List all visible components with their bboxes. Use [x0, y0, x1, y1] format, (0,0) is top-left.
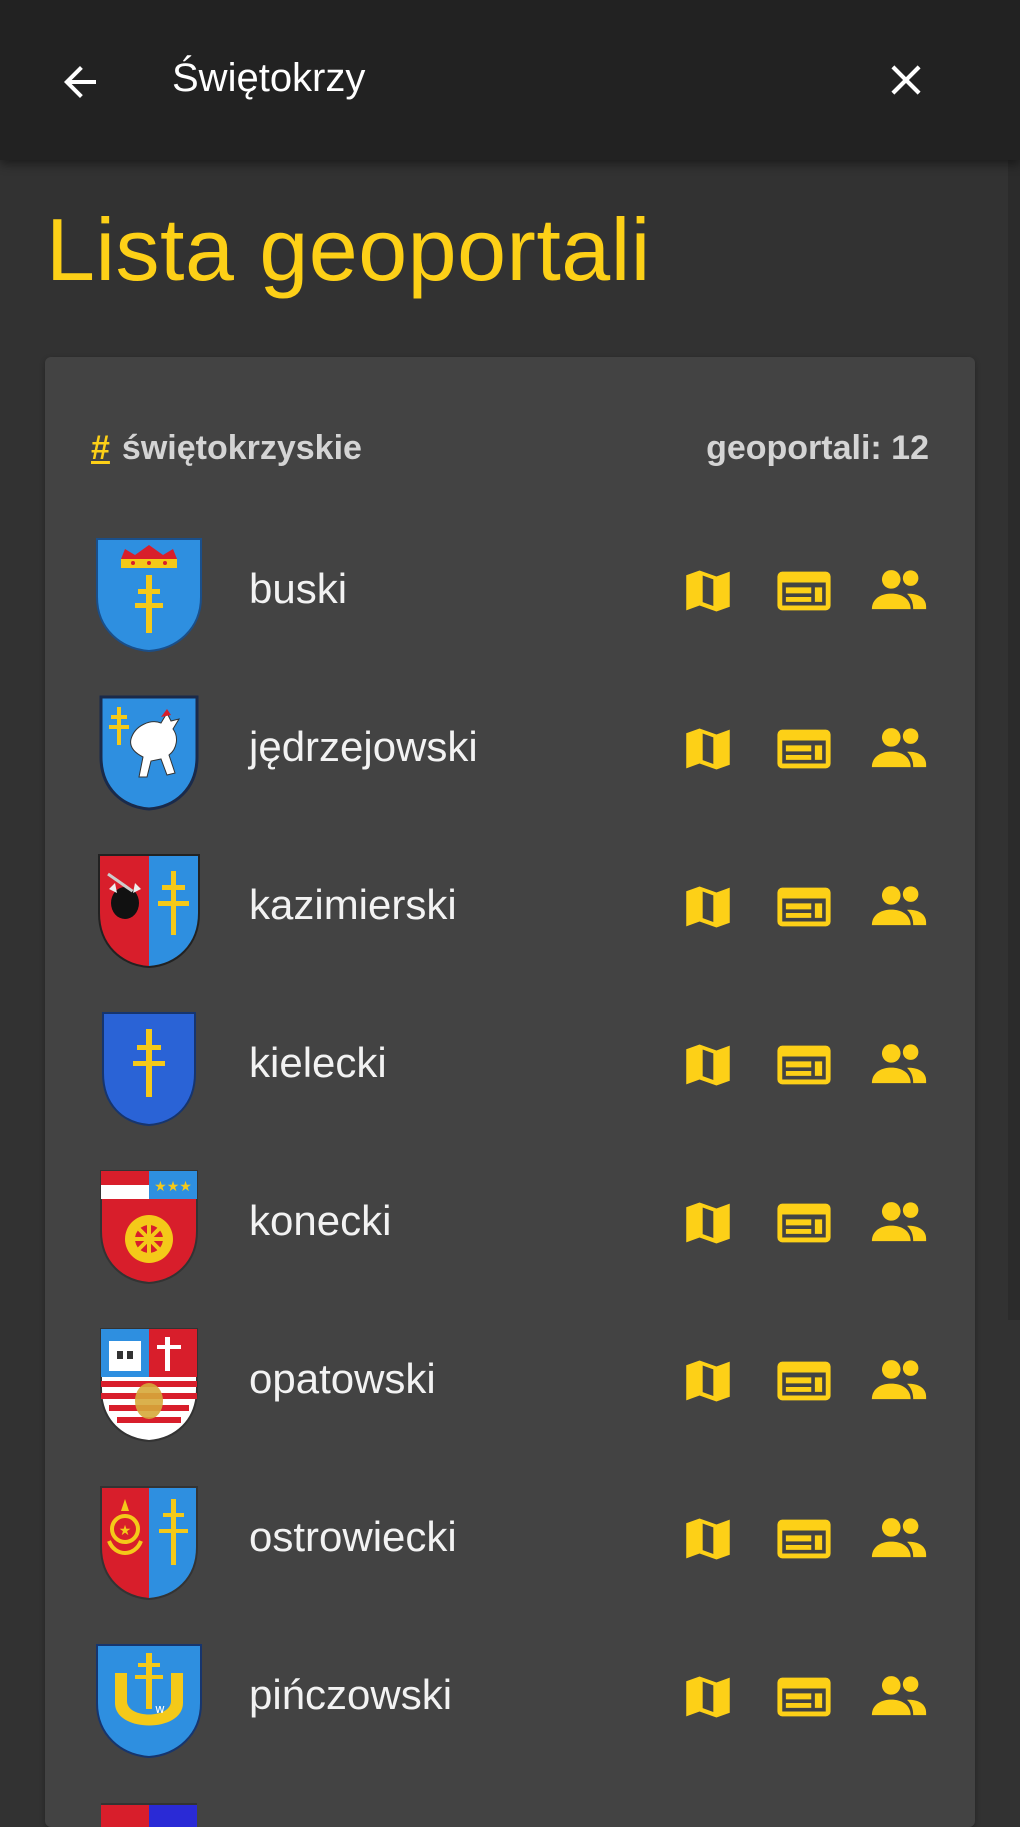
map-icon	[679, 1194, 737, 1252]
map-icon	[679, 1510, 737, 1568]
map-icon	[679, 1036, 737, 1094]
web-button[interactable]	[772, 1665, 836, 1729]
map-button[interactable]	[676, 1033, 740, 1097]
people-icon	[868, 560, 930, 622]
list-item: buski	[45, 537, 975, 695]
list-item: kazimierski	[45, 853, 975, 1011]
web-asset-icon	[775, 1510, 833, 1568]
list-item: ★★★ konecki	[45, 1169, 975, 1327]
card-header: # świętokrzyskie geoportali: 12	[91, 423, 929, 473]
map-icon	[679, 720, 737, 778]
web-button[interactable]	[772, 559, 836, 623]
page-title: Lista geoportali	[46, 200, 651, 299]
map-button[interactable]	[676, 559, 740, 623]
map-button[interactable]	[676, 875, 740, 939]
map-button[interactable]	[676, 1665, 740, 1729]
svg-text:★★★: ★★★	[154, 1179, 192, 1195]
people-icon	[868, 1034, 930, 1096]
region-anchor-link[interactable]: #	[91, 429, 110, 467]
web-asset-icon	[775, 1352, 833, 1410]
county-name[interactable]: konecki	[249, 1193, 391, 1249]
county-name[interactable]: pińczowski	[249, 1667, 452, 1723]
geoportal-count: geoportali: 12	[706, 428, 929, 467]
county-name[interactable]: kazimierski	[249, 877, 457, 933]
close-icon	[891, 65, 921, 95]
people-icon	[868, 718, 930, 780]
back-button[interactable]	[52, 54, 108, 110]
web-asset-icon	[775, 562, 833, 620]
close-button[interactable]	[878, 52, 934, 108]
map-icon	[679, 1352, 737, 1410]
list-item: w pińczowski	[45, 1643, 975, 1801]
search-input[interactable]	[172, 50, 772, 106]
contact-button[interactable]	[867, 875, 931, 939]
web-asset-icon	[775, 1668, 833, 1726]
top-app-bar	[0, 0, 1020, 160]
people-icon	[868, 1666, 930, 1728]
contact-button[interactable]	[867, 1349, 931, 1413]
list-item	[45, 1801, 975, 1827]
web-button[interactable]	[772, 717, 836, 781]
svg-text:★: ★	[119, 1523, 132, 1539]
web-asset-icon	[775, 878, 833, 936]
map-icon	[679, 1668, 737, 1726]
contact-button[interactable]	[867, 717, 931, 781]
coat-of-arms-icon: ★	[100, 1486, 198, 1601]
map-icon	[679, 562, 737, 620]
web-button[interactable]	[772, 1349, 836, 1413]
people-icon	[868, 1350, 930, 1412]
web-asset-icon	[775, 720, 833, 778]
county-name[interactable]: ostrowiecki	[249, 1509, 457, 1565]
coat-of-arms-icon	[99, 695, 199, 811]
web-button[interactable]	[772, 1507, 836, 1571]
map-icon	[679, 878, 737, 936]
web-button[interactable]	[772, 875, 836, 939]
coat-of-arms-icon: w	[96, 1644, 202, 1759]
arrow-left-icon	[64, 66, 96, 98]
web-asset-icon	[775, 1194, 833, 1252]
coat-of-arms-icon	[100, 1328, 198, 1443]
map-button[interactable]	[676, 717, 740, 781]
list-item: jędrzejowski	[45, 695, 975, 853]
county-name[interactable]: buski	[249, 561, 347, 617]
region-card: # świętokrzyskie geoportali: 12 buski ję…	[45, 357, 975, 1827]
region-title: # świętokrzyskie	[91, 429, 362, 468]
web-button[interactable]	[772, 1033, 836, 1097]
coat-of-arms-icon	[98, 854, 200, 969]
coat-of-arms-icon	[102, 1012, 196, 1127]
coat-of-arms-icon	[101, 1803, 197, 1827]
list-item: ★ ostrowiecki	[45, 1485, 975, 1643]
list-item: kielecki	[45, 1011, 975, 1169]
contact-button[interactable]	[867, 1507, 931, 1571]
coat-of-arms-icon: ★★★	[100, 1170, 198, 1285]
region-name: świętokrzyskie	[121, 428, 362, 467]
scrollbar[interactable]	[1008, 160, 1020, 1320]
web-asset-icon	[775, 1036, 833, 1094]
county-name[interactable]: kielecki	[249, 1035, 387, 1091]
list-item: opatowski	[45, 1327, 975, 1485]
coat-of-arms-icon	[96, 538, 202, 653]
county-name[interactable]: jędrzejowski	[249, 719, 478, 775]
contact-button[interactable]	[867, 1665, 931, 1729]
county-name[interactable]: opatowski	[249, 1351, 436, 1407]
contact-button[interactable]	[867, 1191, 931, 1255]
web-button[interactable]	[772, 1191, 836, 1255]
map-button[interactable]	[676, 1191, 740, 1255]
people-icon	[868, 1508, 930, 1570]
map-button[interactable]	[676, 1507, 740, 1571]
map-button[interactable]	[676, 1349, 740, 1413]
people-icon	[868, 1192, 930, 1254]
contact-button[interactable]	[867, 559, 931, 623]
contact-button[interactable]	[867, 1033, 931, 1097]
people-icon	[868, 876, 930, 938]
svg-text:w: w	[155, 1702, 165, 1716]
